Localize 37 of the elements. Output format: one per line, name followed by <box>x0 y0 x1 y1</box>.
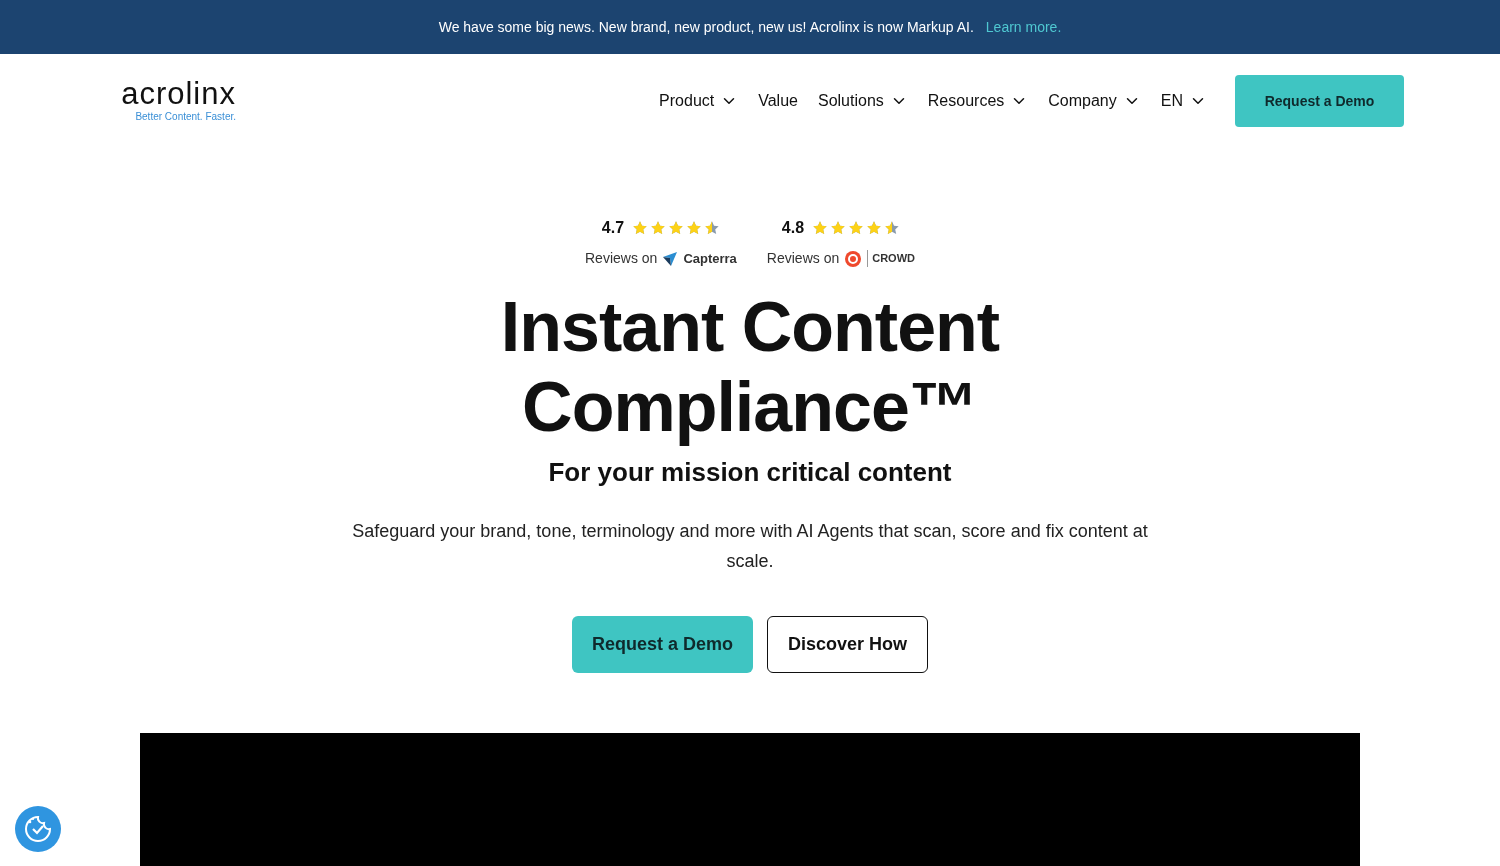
hero-title: Instant Content <box>500 287 1000 367</box>
star-icon <box>704 220 721 236</box>
nav-link[interactable]: Company <box>1048 89 1141 113</box>
logo-wordmark[interactable]: acrolinx <box>121 78 236 109</box>
hero-title: Compliance™ <box>522 367 978 447</box>
star-icon <box>650 220 667 236</box>
star-icon <box>632 220 649 236</box>
nav-link[interactable]: Value <box>758 89 798 113</box>
capterra-logo-icon <box>663 251 678 266</box>
cookie-check-icon <box>23 814 53 844</box>
star-icon <box>668 220 685 236</box>
learn-more-link[interactable]: Learn more. <box>985 16 1062 38</box>
rating-score: 4.8 <box>781 218 805 238</box>
rating-score: 4.7 <box>601 218 625 238</box>
nav-link[interactable]: Product <box>659 89 739 113</box>
discover-how-button[interactable]: Discover How <box>767 616 929 673</box>
nav-link[interactable]: Solutions <box>817 89 908 113</box>
banner-text: We have some big news. New brand, new product, new us! Acrolinx is now Markup AI. <box>438 17 974 37</box>
star-icon <box>686 220 703 236</box>
review-label: Reviews on <box>766 249 840 268</box>
cookie-consent-button[interactable] <box>15 806 61 852</box>
nav-link[interactable]: Resources <box>927 89 1029 113</box>
review-brand: CROWD <box>867 250 915 267</box>
logo-tagline: Better Content. Faster. <box>135 110 236 124</box>
request-demo-button[interactable]: Request a Demo <box>1235 75 1404 127</box>
review-label: Reviews on <box>585 249 658 268</box>
star-icon <box>884 220 901 236</box>
review-brand: Capterra <box>683 249 737 268</box>
star-icon <box>812 220 829 236</box>
star-icon <box>866 220 883 236</box>
hero-description: Safeguard your brand, tone, terminology and more with AI Agents that scan, score and fix content at scale. <box>351 520 1149 573</box>
star-icon <box>830 220 847 236</box>
nav-link[interactable]: EN <box>1160 89 1207 113</box>
star-icon <box>848 220 865 236</box>
request-demo-button[interactable]: Request a Demo <box>571 616 753 673</box>
g2-logo-icon <box>845 250 862 267</box>
hero-subtitle: For your mission critical content <box>548 456 952 489</box>
